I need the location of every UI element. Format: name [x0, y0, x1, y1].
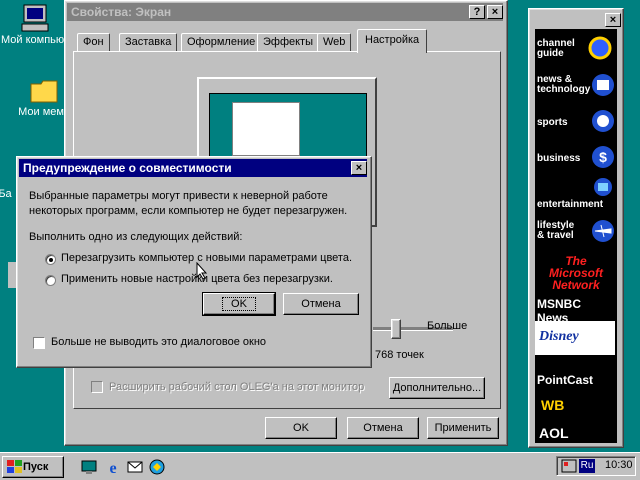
- channels-icon[interactable]: [148, 458, 166, 476]
- dialog-ok-label: OK: [222, 297, 256, 311]
- channel-business[interactable]: business $: [535, 141, 615, 175]
- channel-msn[interactable]: The Microsoft Network: [535, 253, 615, 291]
- apply-now-radio[interactable]: [45, 275, 56, 286]
- apply-button[interactable]: Применить: [427, 417, 499, 439]
- resolution-slider-thumb[interactable]: [391, 319, 401, 339]
- channel-entertainment[interactable]: entertainment: [535, 177, 615, 211]
- desktop-icon[interactable]: [80, 458, 98, 476]
- ok-button[interactable]: OK: [265, 417, 337, 439]
- compatibility-dialog: Предупреждение о совместимости × Выбранн…: [16, 156, 372, 368]
- channel-bar-close-button[interactable]: ×: [605, 13, 621, 27]
- soccer-ball-icon: [592, 110, 614, 132]
- svg-text:e: e: [109, 460, 116, 476]
- windows-logo-icon: [7, 460, 22, 474]
- tab-screensaver[interactable]: Заставка: [119, 33, 178, 51]
- start-button[interactable]: Пуск: [2, 456, 64, 478]
- internet-explorer-icon[interactable]: e: [104, 458, 122, 476]
- channel-label: business: [537, 153, 581, 164]
- dialog-message-line2: некоторых программ, если компьютер не бу…: [29, 205, 348, 217]
- close-button[interactable]: ×: [487, 5, 503, 19]
- tray-app-icon[interactable]: [561, 458, 577, 474]
- dialog-message: Выбранные параметры могут привести к нев…: [29, 189, 347, 219]
- dont-show-label[interactable]: Больше не выводить это диалоговое окно: [51, 336, 266, 348]
- newspaper-icon: [592, 74, 614, 96]
- restart-radio[interactable]: [45, 254, 56, 265]
- preview-window: [232, 102, 300, 156]
- advanced-button[interactable]: Дополнительно...: [389, 377, 485, 399]
- dialog-title: Предупреждение о совместимости: [23, 161, 232, 175]
- slider-high-label: Больше: [427, 320, 468, 332]
- tab-background[interactable]: Фон: [77, 33, 110, 51]
- system-tray: Ru 10:30: [556, 456, 636, 476]
- help-button[interactable]: ?: [469, 5, 485, 19]
- film-icon: [594, 178, 612, 196]
- dialog-ok-button[interactable]: OK: [202, 292, 276, 316]
- dialog-cancel-button[interactable]: Отмена: [283, 293, 359, 315]
- channel-label: sports: [537, 117, 568, 128]
- dialog-close-button[interactable]: ×: [351, 161, 367, 175]
- channel-label: lifestyle & travel: [537, 220, 575, 241]
- channel-aol[interactable]: AOL: [535, 423, 615, 443]
- desktop-icon-my-computer[interactable]: Мой компьютер: [0, 2, 83, 46]
- svg-text:$: $: [599, 149, 607, 165]
- dialog-message-line1: Выбранные параметры могут привести к нев…: [29, 190, 328, 202]
- tab-effects[interactable]: Эффекты: [257, 33, 320, 51]
- tab-web[interactable]: Web: [317, 33, 352, 51]
- channel-msnbc[interactable]: MSNBC News: [535, 289, 615, 325]
- channel-wb[interactable]: WB: [535, 391, 615, 421]
- cancel-button[interactable]: Отмена: [347, 417, 419, 439]
- channel-disney[interactable]: Disney: [535, 321, 615, 355]
- extend-desktop-label: Расширить рабочий стол OLEG'а на этот мо…: [109, 381, 365, 393]
- window-title: Свойства: Экран: [71, 5, 172, 19]
- channel-pointcast[interactable]: PointCast: [535, 359, 615, 389]
- mouse-cursor-icon: [196, 262, 208, 280]
- channel-label: news & technology: [537, 74, 591, 95]
- channel-label: Disney: [539, 329, 579, 344]
- extend-desktop-checkbox[interactable]: [91, 381, 103, 393]
- magnifier-icon: [588, 36, 612, 60]
- tab-appearance[interactable]: Оформление: [181, 33, 262, 51]
- channel-news[interactable]: news & technology: [535, 69, 615, 103]
- outlook-express-icon[interactable]: [126, 458, 144, 476]
- tab-settings[interactable]: Настройка: [357, 29, 428, 53]
- desktop-icon-label: Ба: [0, 188, 13, 200]
- clock[interactable]: 10:30: [605, 459, 633, 471]
- computer-icon: [21, 4, 49, 32]
- dialog-action-prompt: Выполнить одно из следующих действий:: [29, 231, 243, 243]
- channel-label: WB: [541, 397, 565, 413]
- channel-lifestyle[interactable]: lifestyle & travel: [535, 215, 615, 249]
- channel-guide[interactable]: channel guide: [535, 33, 615, 67]
- start-label: Пуск: [23, 461, 49, 474]
- dialog-titlebar[interactable]: Предупреждение о совместимости: [19, 159, 367, 177]
- channel-sports[interactable]: sports: [535, 105, 615, 139]
- taskbar: Пуск e Ru 10:30: [0, 452, 640, 480]
- channel-label: entertainment: [537, 199, 604, 210]
- language-indicator[interactable]: Ru: [579, 459, 595, 473]
- channel-label: channel guide: [537, 38, 575, 59]
- window-titlebar[interactable]: Свойства: Экран: [67, 3, 503, 21]
- channel-label: The Microsoft Network: [549, 254, 603, 292]
- channel-label: PointCast: [537, 373, 594, 387]
- dollar-icon: $: [592, 146, 614, 168]
- dont-show-checkbox[interactable]: [33, 337, 45, 349]
- resolution-label: 768 точек: [375, 349, 424, 361]
- channel-bar: × channel guide news & technology sports…: [528, 8, 624, 448]
- folder-icon: [30, 80, 58, 103]
- airplane-icon: [592, 220, 614, 242]
- channel-list: channel guide news & technology sports b…: [535, 29, 617, 443]
- channel-label: AOL: [539, 425, 569, 441]
